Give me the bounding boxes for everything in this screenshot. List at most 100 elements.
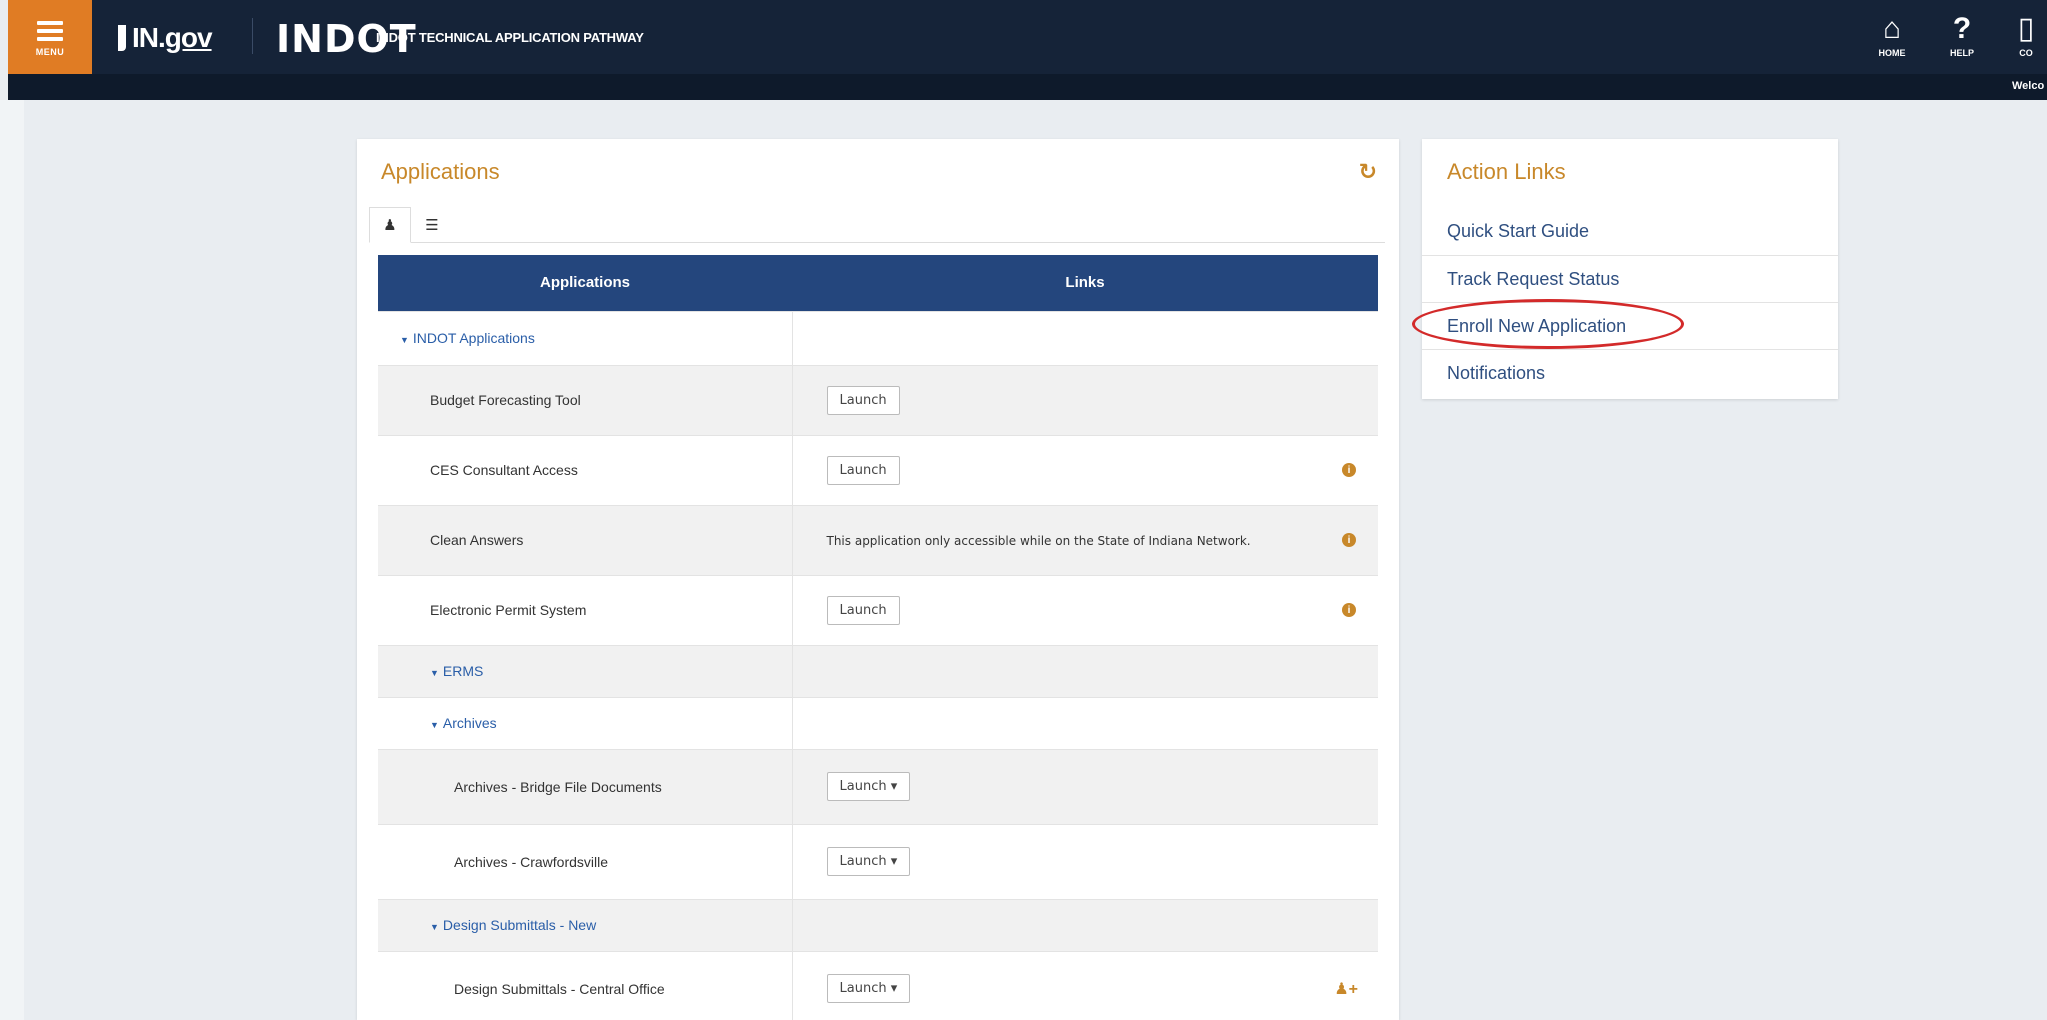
tab-list-view[interactable]: ☰ bbox=[411, 207, 453, 243]
group-toggle[interactable]: ▼ INDOT Applications bbox=[400, 330, 535, 346]
applications-title: Applications bbox=[381, 159, 500, 184]
group-toggle[interactable]: ▼ Design Submittals - New bbox=[430, 917, 596, 933]
header-divider bbox=[252, 18, 253, 54]
help-icon: ? bbox=[1952, 12, 1972, 45]
links-cell: Launch ▾ bbox=[792, 748, 1378, 824]
welcome-bar bbox=[8, 74, 2047, 100]
group-label: Archives bbox=[442, 715, 497, 731]
links-cell: This application only accessible while o… bbox=[792, 504, 1378, 575]
launch-button[interactable]: Launch ▾ bbox=[826, 847, 911, 876]
application-name-cell: Clean Answers bbox=[378, 504, 793, 575]
table-row: Clean Answers This application only acces… bbox=[378, 504, 1378, 575]
group-row: ▼ Archives bbox=[378, 696, 1378, 749]
help-label: HELP bbox=[1949, 48, 1974, 58]
links-cell bbox=[792, 310, 1378, 365]
caret-down-icon: ▼ bbox=[430, 922, 439, 932]
list-icon: ☰ bbox=[425, 217, 439, 234]
application-name-cell: Archives - Crawfordsville bbox=[378, 823, 793, 899]
links-cell: Launch i bbox=[792, 574, 1378, 645]
links-cell: Launch ▾ bbox=[792, 823, 1378, 899]
action-links-title: Action Links bbox=[1447, 159, 1566, 184]
applications-table: Applications Links ▼ INDOT Applications Bu… bbox=[378, 255, 1378, 1020]
contact-icon: ▯ bbox=[2017, 12, 2035, 45]
user-add-icon[interactable]: ♟+ bbox=[1334, 979, 1358, 999]
group-toggle[interactable]: ▼ Archives bbox=[430, 715, 497, 731]
hamburger-icon bbox=[37, 17, 63, 45]
launch-button[interactable]: Launch bbox=[826, 385, 900, 415]
left-edge-band bbox=[0, 100, 24, 1020]
action-links-panel: Action Links Quick Start Guide Track Req… bbox=[1422, 139, 1838, 399]
home-label: HOME bbox=[1878, 48, 1906, 58]
group-toggle[interactable]: ▼ ERMS bbox=[430, 663, 483, 679]
action-link-track-request-status[interactable]: Track Request Status bbox=[1422, 255, 1838, 302]
application-name: Clean Answers bbox=[430, 532, 524, 548]
application-name: Budget Forecasting Tool bbox=[430, 392, 581, 408]
application-name: Design Submittals - Central Office bbox=[454, 980, 665, 997]
table-row: Design Submittals - Central Office Launch… bbox=[378, 950, 1378, 1020]
links-cell: Launch bbox=[792, 364, 1378, 435]
group-row: ▼ INDOT Applications bbox=[378, 310, 1378, 365]
brand-gov-text: gov bbox=[164, 22, 213, 53]
info-icon[interactable]: i bbox=[1342, 603, 1356, 617]
contact-nav-button[interactable]: ▯ CO bbox=[2004, 10, 2047, 70]
application-name-cell: Archives - Bridge File Documents bbox=[378, 748, 793, 824]
application-name: CES Consultant Access bbox=[430, 462, 578, 478]
links-cell: Launch ▾ ♟+ bbox=[792, 950, 1378, 1020]
indiana-flag-icon bbox=[118, 25, 126, 51]
menu-label: MENU bbox=[35, 47, 65, 57]
application-name: Electronic Permit System bbox=[430, 602, 587, 618]
group-label: Design Submittals - New bbox=[442, 917, 597, 933]
group-label: ERMS bbox=[442, 663, 484, 679]
action-link-quick-start-guide[interactable]: Quick Start Guide bbox=[1422, 208, 1838, 255]
application-name: Archives - Bridge File Documents bbox=[454, 778, 662, 795]
info-icon[interactable]: i bbox=[1342, 463, 1356, 477]
caret-down-icon: ▼ bbox=[430, 720, 439, 730]
app-title: INDOT TECHNICAL APPLICATION PATHWAY bbox=[376, 30, 644, 45]
home-nav-button[interactable]: ⌂ HOME bbox=[1864, 10, 1920, 70]
table-row: CES Consultant Access Launch i bbox=[378, 434, 1378, 505]
home-icon: ⌂ bbox=[1882, 12, 1902, 45]
person-icon: ♟ bbox=[383, 217, 397, 234]
group-row: ▼ Design Submittals - New bbox=[378, 898, 1378, 951]
launch-button[interactable]: Launch ▾ bbox=[826, 772, 911, 801]
links-cell: Launch i bbox=[792, 434, 1378, 505]
application-name-cell: Budget Forecasting Tool bbox=[378, 364, 793, 435]
in-gov-logo[interactable]: IN.gov bbox=[118, 22, 213, 54]
action-link-enroll-new-application[interactable]: Enroll New Application bbox=[1422, 302, 1838, 349]
brand-in-text: IN. bbox=[132, 22, 166, 53]
tab-person-view[interactable]: ♟ bbox=[369, 207, 411, 243]
group-row: ▼ ERMS bbox=[378, 644, 1378, 697]
menu-button[interactable]: MENU bbox=[8, 0, 92, 74]
links-cell bbox=[792, 644, 1378, 697]
application-name-cell: Design Submittals - Central Office bbox=[378, 950, 793, 1020]
column-header-links: Links bbox=[792, 255, 1378, 311]
table-row: Electronic Permit System Launch i bbox=[378, 574, 1378, 645]
launch-button[interactable]: Launch bbox=[826, 595, 900, 625]
welcome-text: Welco bbox=[2012, 80, 2045, 92]
links-cell bbox=[792, 898, 1378, 951]
caret-down-icon: ▼ bbox=[430, 668, 439, 678]
table-header-row: Applications Links bbox=[378, 255, 1378, 311]
group-label: INDOT Applications bbox=[412, 330, 535, 346]
info-icon[interactable]: i bbox=[1342, 533, 1356, 547]
launch-button[interactable]: Launch bbox=[826, 455, 900, 485]
help-nav-button[interactable]: ? HELP bbox=[1934, 10, 1990, 70]
top-navbar: MENU IN.gov INDOT INDOT TECHNICAL APPLIC… bbox=[8, 0, 2047, 100]
action-links-list: Quick Start Guide Track Request Status E… bbox=[1422, 208, 1838, 396]
view-tabs: ♟ ☰ bbox=[369, 207, 1385, 243]
links-cell bbox=[792, 696, 1378, 749]
application-name-cell: ▼ ERMS bbox=[378, 644, 793, 697]
application-name-cell: ▼ Archives bbox=[378, 696, 793, 749]
column-header-applications: Applications bbox=[378, 255, 792, 311]
action-link-notifications[interactable]: Notifications bbox=[1422, 349, 1838, 396]
contact-label: CO bbox=[2019, 48, 2033, 58]
table-row: Archives - Bridge File Documents Launch ▾ bbox=[378, 748, 1378, 824]
application-name-cell: CES Consultant Access bbox=[378, 434, 793, 505]
caret-down-icon: ▼ bbox=[400, 335, 409, 345]
launch-button[interactable]: Launch ▾ bbox=[826, 974, 911, 1004]
refresh-icon[interactable]: ↻ bbox=[1359, 159, 1377, 185]
application-name: Archives - Crawfordsville bbox=[454, 853, 609, 870]
network-restriction-note: This application only accessible while o… bbox=[826, 534, 1251, 548]
application-name-cell: ▼ INDOT Applications bbox=[378, 310, 793, 365]
application-name-cell: ▼ Design Submittals - New bbox=[378, 898, 793, 951]
